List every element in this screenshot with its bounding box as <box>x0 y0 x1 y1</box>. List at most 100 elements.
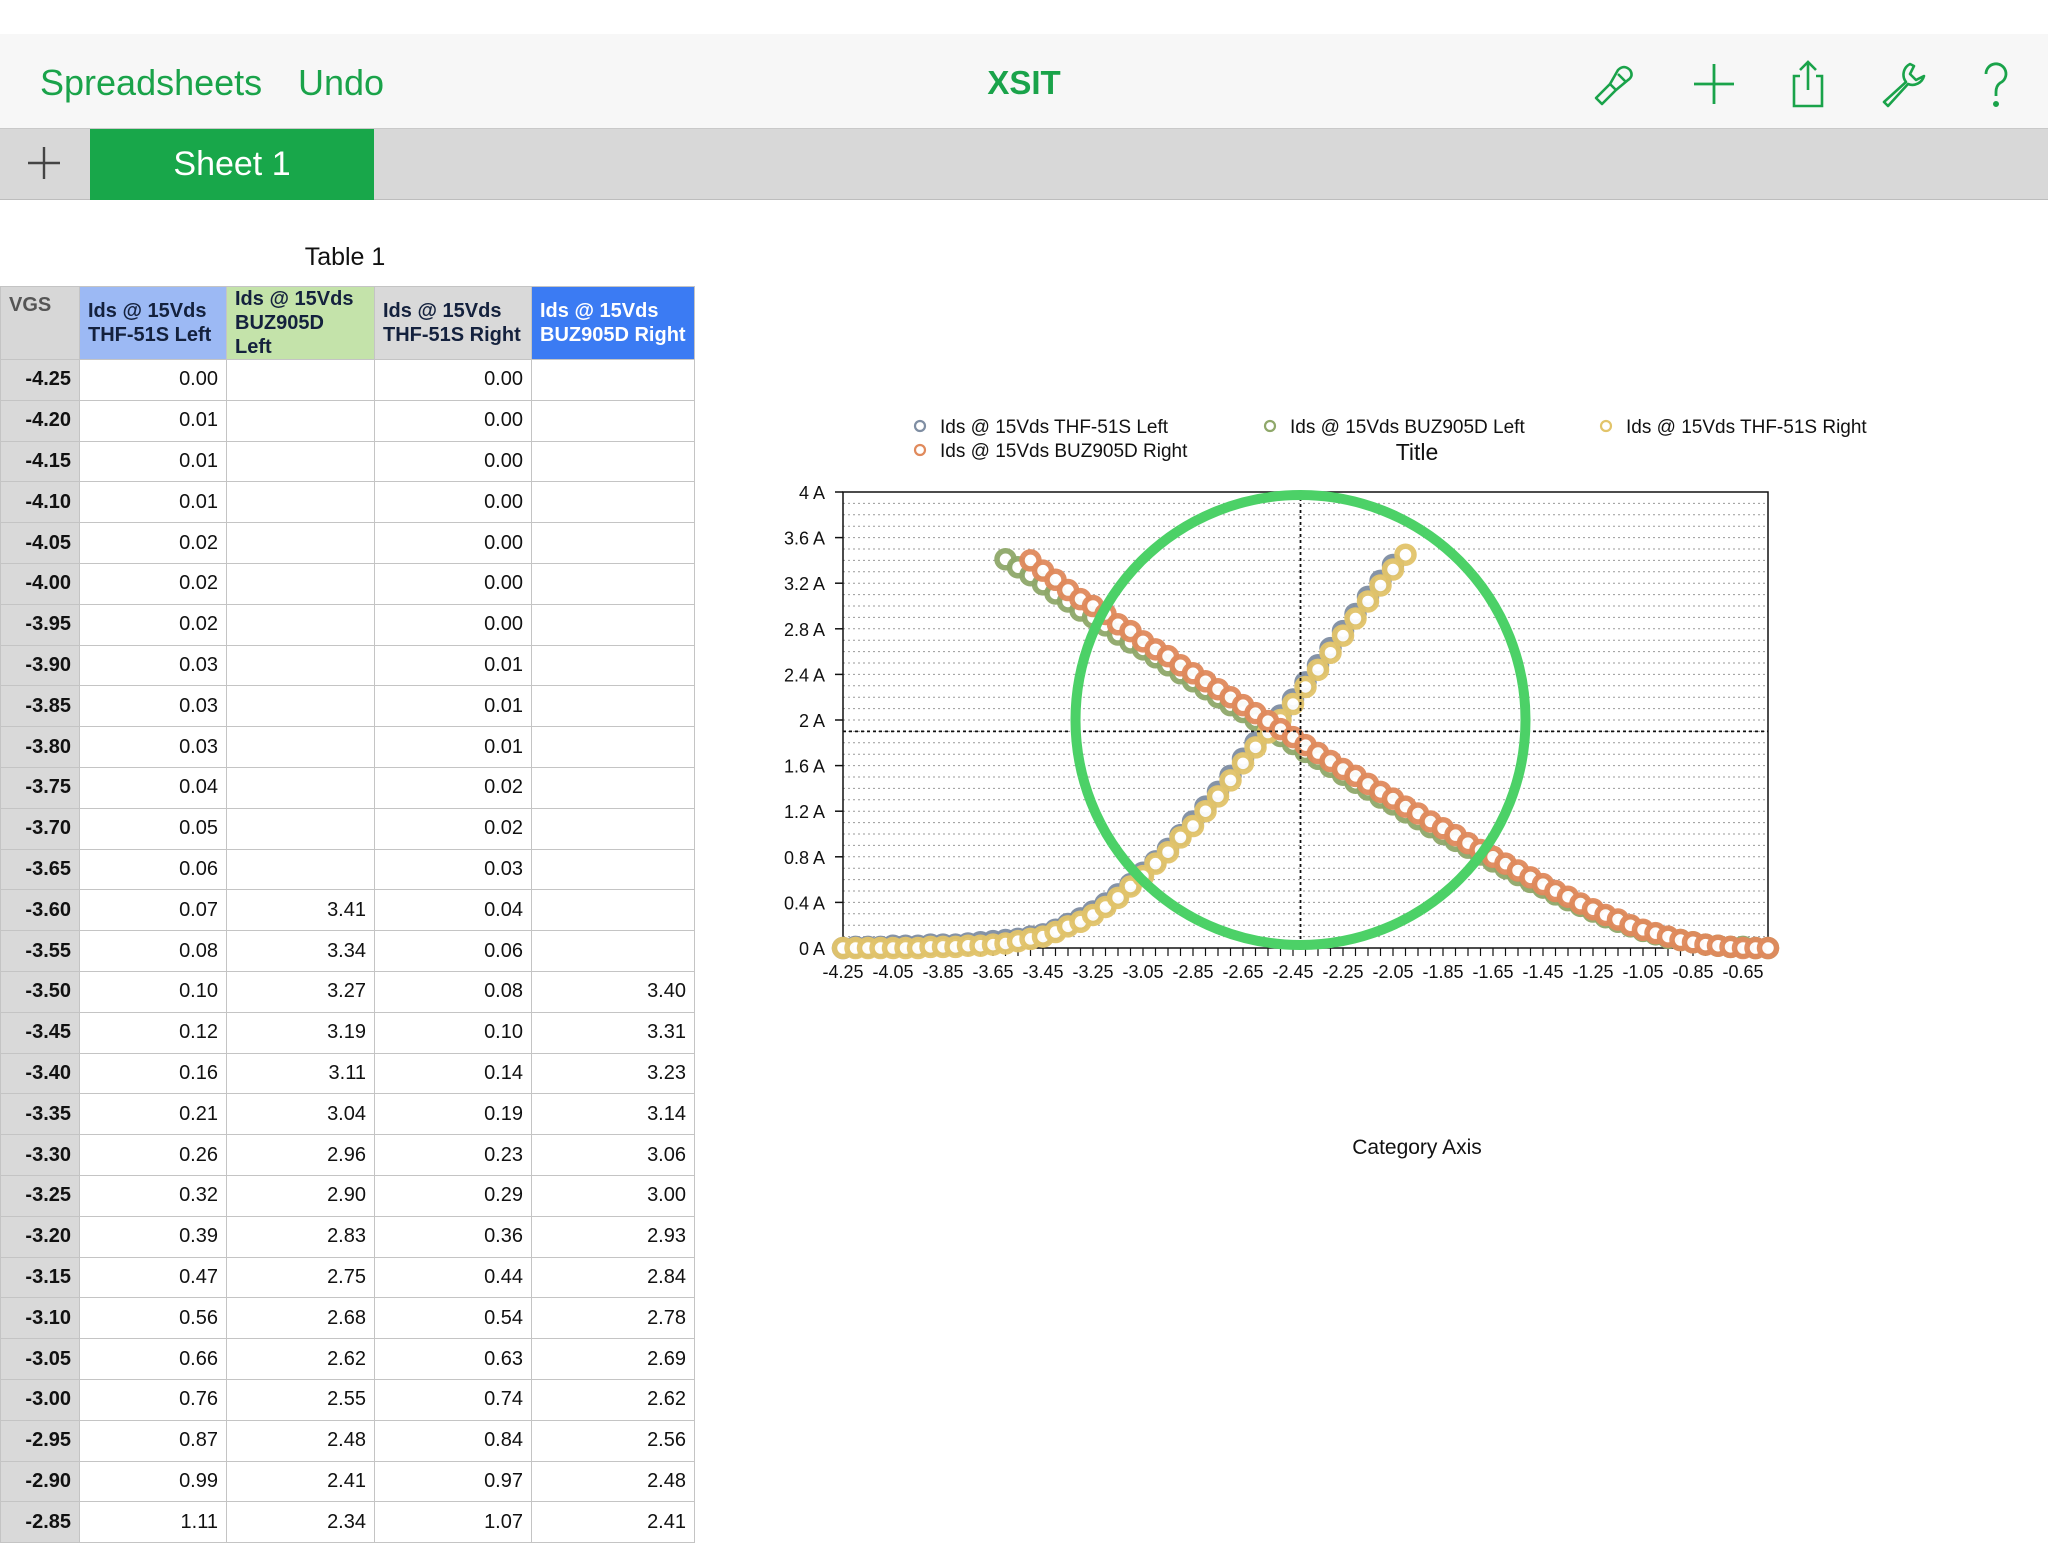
table-cell[interactable]: 3.06 <box>531 1134 695 1176</box>
table-cell[interactable]: 0.99 <box>79 1460 227 1503</box>
table-cell[interactable]: 3.34 <box>226 930 375 972</box>
row-header-cell[interactable]: -3.70 <box>0 807 80 850</box>
plus-icon[interactable] <box>1688 58 1740 110</box>
table-cell[interactable]: 0.87 <box>79 1419 227 1462</box>
table-cell[interactable]: 2.62 <box>226 1338 375 1380</box>
table-cell[interactable]: 0.02 <box>79 603 227 646</box>
table-cell[interactable] <box>531 440 695 483</box>
row-header-cell[interactable]: -3.45 <box>0 1011 80 1054</box>
table-cell[interactable]: 0.02 <box>79 562 227 605</box>
row-header-cell[interactable]: -3.85 <box>0 685 80 728</box>
table-cell[interactable]: 3.27 <box>226 970 375 1013</box>
table-cell[interactable]: 0.10 <box>374 1011 532 1054</box>
table-cell[interactable]: 2.84 <box>531 1256 695 1299</box>
table-cell[interactable] <box>226 848 375 891</box>
row-header-cell[interactable]: -4.15 <box>0 440 80 483</box>
table-cell[interactable] <box>531 685 695 728</box>
table-cell[interactable]: 0.00 <box>374 603 532 646</box>
row-header-cell[interactable]: -3.25 <box>0 1174 80 1217</box>
table-cell[interactable]: 0.01 <box>79 481 227 524</box>
column-header-thf51s-right[interactable]: Ids @ 15Vds THF-51S Right <box>374 286 532 360</box>
row-header-cell[interactable]: -3.35 <box>0 1093 80 1136</box>
row-header-cell[interactable]: -2.90 <box>0 1460 80 1503</box>
table-cell[interactable]: 3.14 <box>531 1093 695 1136</box>
table-cell[interactable]: 0.84 <box>374 1419 532 1462</box>
row-header-cell[interactable]: -3.05 <box>0 1338 80 1380</box>
add-sheet-button[interactable] <box>22 141 66 185</box>
table-cell[interactable] <box>531 930 695 972</box>
row-header-cell[interactable]: -3.20 <box>0 1215 80 1258</box>
row-header-cell[interactable]: -3.95 <box>0 603 80 646</box>
table-cell[interactable] <box>226 726 375 768</box>
table-cell[interactable]: 1.11 <box>79 1501 227 1543</box>
table-cell[interactable] <box>226 766 375 809</box>
table-cell[interactable]: 0.03 <box>79 726 227 768</box>
table-cell[interactable]: 0.00 <box>374 359 532 401</box>
table-cell[interactable]: 0.01 <box>374 726 532 768</box>
row-header-cell[interactable]: -3.90 <box>0 644 80 687</box>
table-cell[interactable] <box>531 399 695 442</box>
paintbrush-icon[interactable] <box>1588 58 1640 110</box>
table-cell[interactable]: 3.00 <box>531 1174 695 1217</box>
table-cell[interactable]: 0.08 <box>79 930 227 972</box>
table-cell[interactable]: 0.08 <box>374 970 532 1013</box>
table-cell[interactable]: 0.10 <box>79 970 227 1013</box>
table-cell[interactable] <box>531 644 695 687</box>
table-cell[interactable]: 0.00 <box>374 481 532 524</box>
table-cell[interactable]: 2.62 <box>531 1378 695 1421</box>
column-header-thf51s-left[interactable]: Ids @ 15Vds THF-51S Left <box>79 286 227 360</box>
row-header-cell[interactable]: -4.25 <box>0 359 80 401</box>
row-header-cell[interactable]: -2.85 <box>0 1501 80 1543</box>
table-cell[interactable]: 3.31 <box>531 1011 695 1054</box>
table-cell[interactable] <box>226 481 375 524</box>
table-cell[interactable]: 2.93 <box>531 1215 695 1258</box>
row-header-cell[interactable]: -4.20 <box>0 399 80 442</box>
table-cell[interactable]: 2.55 <box>226 1378 375 1421</box>
table-cell[interactable]: 0.02 <box>79 522 227 564</box>
table-cell[interactable]: 0.54 <box>374 1297 532 1340</box>
row-header-cell[interactable]: -3.65 <box>0 848 80 891</box>
table-cell[interactable]: 0.97 <box>374 1460 532 1503</box>
column-header-vgs[interactable]: VGS <box>0 286 80 360</box>
undo-button[interactable]: Undo <box>298 62 384 104</box>
table-cell[interactable]: 2.41 <box>531 1501 695 1543</box>
table-cell[interactable]: 2.69 <box>531 1338 695 1380</box>
table-cell[interactable] <box>531 562 695 605</box>
table-cell[interactable] <box>531 726 695 768</box>
table-cell[interactable]: 2.48 <box>226 1419 375 1462</box>
table-cell[interactable]: 0.01 <box>374 685 532 728</box>
table-cell[interactable] <box>226 522 375 564</box>
table-cell[interactable]: 0.36 <box>374 1215 532 1258</box>
table-cell[interactable]: 2.96 <box>226 1134 375 1176</box>
table-cell[interactable]: 0.00 <box>374 399 532 442</box>
table-cell[interactable] <box>226 603 375 646</box>
table-cell[interactable]: 3.04 <box>226 1093 375 1136</box>
wrench-icon[interactable] <box>1876 58 1928 110</box>
table-cell[interactable]: 3.23 <box>531 1052 695 1095</box>
table-cell[interactable]: 0.44 <box>374 1256 532 1299</box>
table-cell[interactable]: 2.75 <box>226 1256 375 1299</box>
row-header-cell[interactable]: -3.40 <box>0 1052 80 1095</box>
table-cell[interactable] <box>226 359 375 401</box>
table-cell[interactable]: 0.12 <box>79 1011 227 1054</box>
table-cell[interactable] <box>531 522 695 564</box>
table-cell[interactable]: 2.90 <box>226 1174 375 1217</box>
table-cell[interactable]: 0.03 <box>79 685 227 728</box>
table-cell[interactable]: 0.00 <box>79 359 227 401</box>
row-header-cell[interactable]: -3.50 <box>0 970 80 1013</box>
table-cell[interactable] <box>226 440 375 483</box>
table-cell[interactable] <box>531 603 695 646</box>
help-icon[interactable] <box>1970 58 2022 110</box>
table-cell[interactable]: 0.03 <box>374 848 532 891</box>
table-cell[interactable]: 2.34 <box>226 1501 375 1543</box>
share-icon[interactable] <box>1782 58 1834 110</box>
table-cell[interactable]: 0.01 <box>374 644 532 687</box>
table-cell[interactable] <box>531 481 695 524</box>
table-cell[interactable]: 0.02 <box>374 766 532 809</box>
table-cell[interactable] <box>531 766 695 809</box>
table-cell[interactable]: 2.56 <box>531 1419 695 1462</box>
table-cell[interactable] <box>226 644 375 687</box>
row-header-cell[interactable]: -3.60 <box>0 889 80 932</box>
table-cell[interactable] <box>226 807 375 850</box>
row-header-cell[interactable]: -3.00 <box>0 1378 80 1421</box>
